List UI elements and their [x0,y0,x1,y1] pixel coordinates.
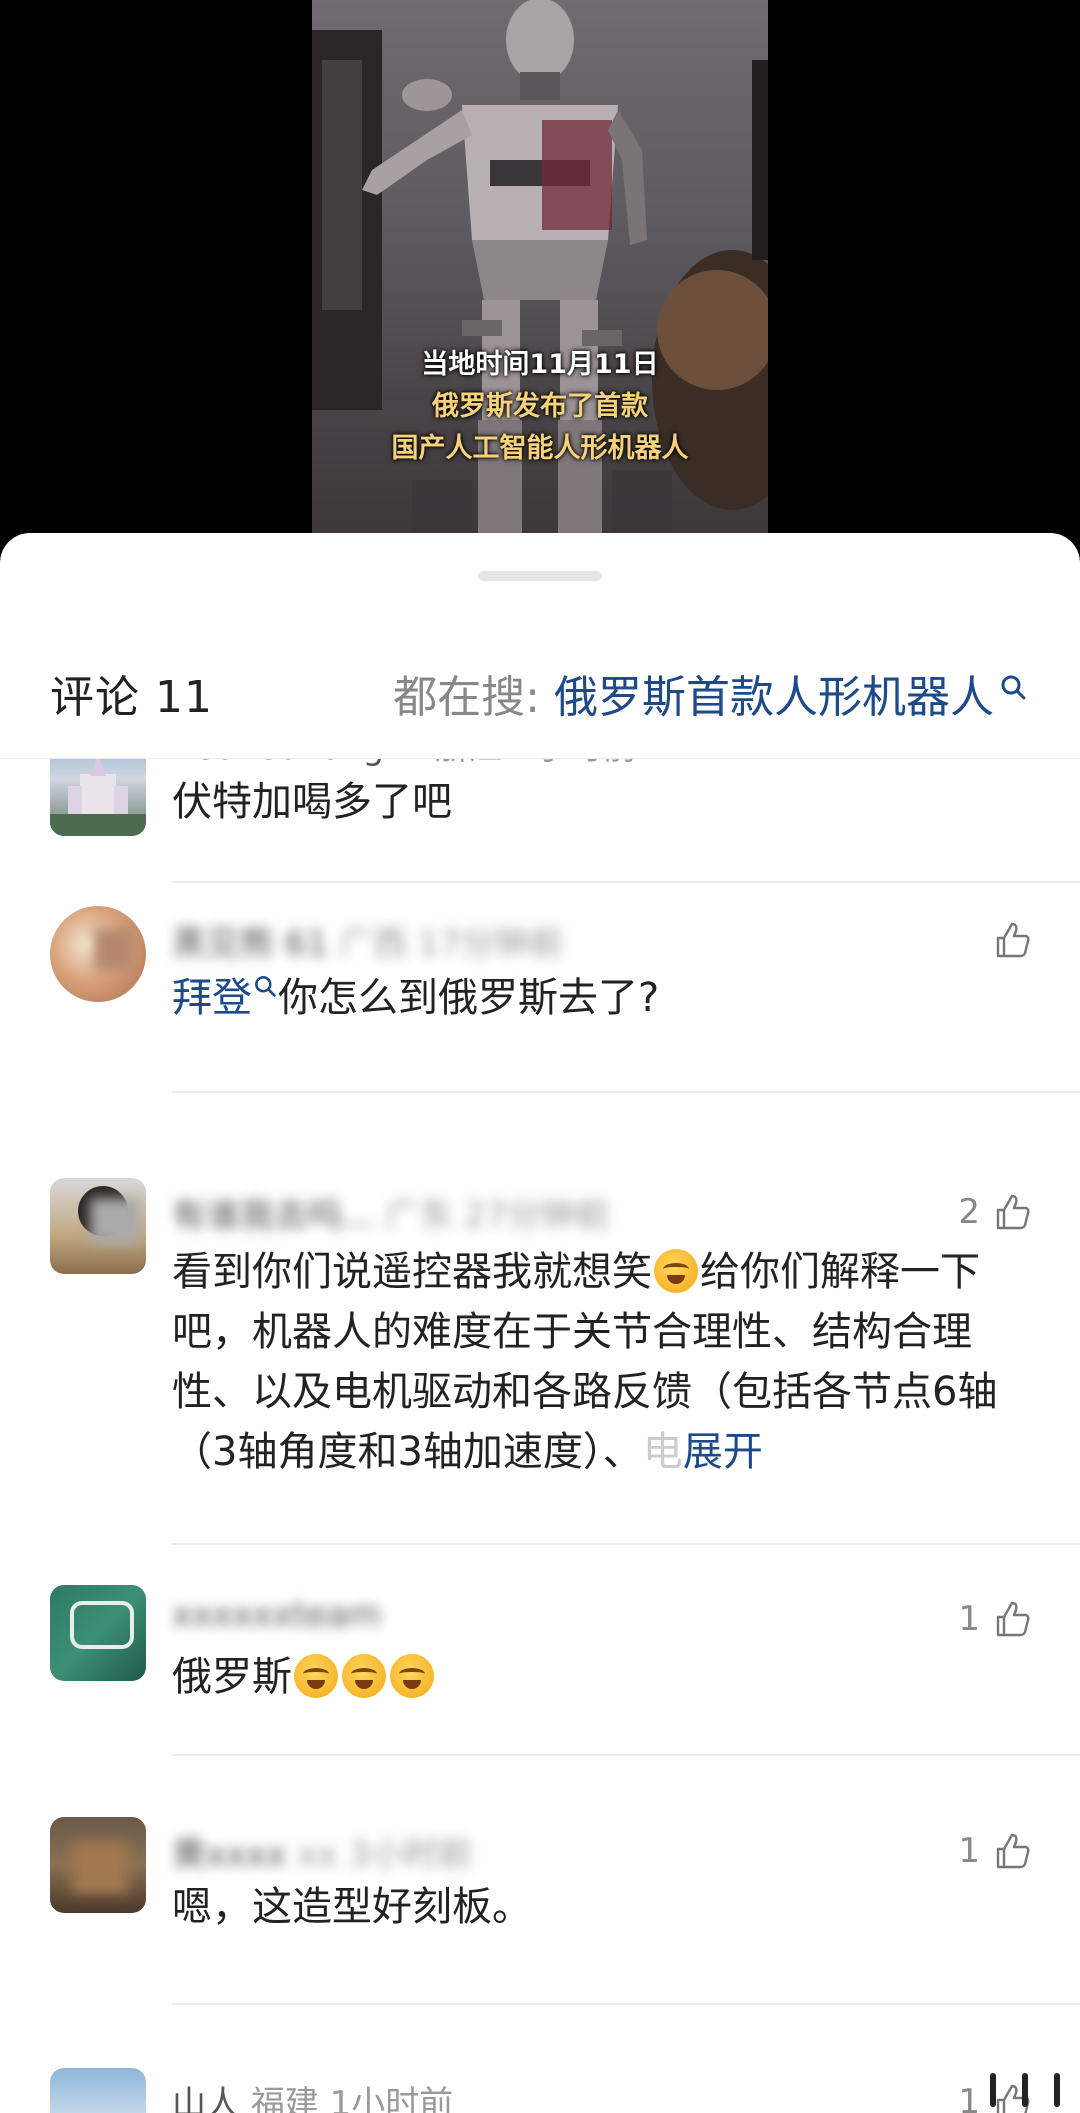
caption-line-3: 国产人工智能人形机器人 [391,433,689,464]
comment-meta: xxxxxxteam [172,1595,381,1635]
username[interactable]: 有谁我去吗... [172,1196,374,1236]
comment-text: 拜登 你怎么到俄罗斯去了? [172,968,1032,1028]
comment-text: 伏特加喝多了吧 [172,779,452,825]
expand-link[interactable]: 展开 [683,1429,763,1475]
location-time: 浙江 2小时前 [434,758,636,768]
comment-meta: 黑见熊 61 广西 17分钟前 [172,916,563,965]
laugh-cry-emoji-icon [342,1654,386,1698]
comment-meta: 有谁我去吗... 广东 27分钟前 [172,1188,609,1237]
username[interactable]: xxxxxxteam [172,1595,381,1635]
comment-body: 你怎么到俄罗斯去了? [278,975,660,1021]
system-nav-indicator [990,2073,1060,2107]
nav-bar-segment [1054,2073,1060,2107]
comment-body: 俄罗斯 [172,1654,292,1700]
thumbs-up-icon [996,1601,1030,1637]
comment-divider [172,881,1080,883]
search-icon[interactable] [998,672,1028,702]
video-frame[interactable]: 当地时间11月11日 俄罗斯发布了首款 国产人工智能人形机器人 [312,0,768,560]
like-count: 1 [958,1831,980,1871]
comment-divider [172,1091,1080,1093]
search-suggestion[interactable]: 都在搜: 俄罗斯首款人形机器人 [393,661,1028,725]
username[interactable]: deodeodong [172,758,384,768]
search-icon[interactable] [252,973,278,999]
laugh-cry-emoji-icon [654,1249,698,1293]
comment-text: 俄罗斯 [172,1647,1032,1707]
comment-meta: 黄xxxx xx 3小时前 [172,1827,472,1876]
laugh-cry-emoji-icon [390,1654,434,1698]
comment-list[interactable]: deodeodong ᗢ 浙江 2小时前 7 伏特加喝多了吧 黑见熊 61 广西… [0,758,1080,2113]
username[interactable]: 黑见熊 61 [172,924,328,964]
avatar[interactable] [50,1178,146,1274]
comment-divider [172,1754,1080,1756]
video-caption: 当地时间11月11日 俄罗斯发布了首款 国产人工智能人形机器人 [312,344,768,470]
like-count: 1 [958,2082,980,2113]
comment-text: 看到你们说遥控器我就想笑 给你们解释一下吧，机器人的难度在于关节合理性、结构合理性… [172,1242,1032,1482]
location-time: 广东 27分钟前 [385,1196,610,1236]
vip-badge-icon: ᗢ [395,758,423,768]
topic-link[interactable]: 拜登 [172,975,252,1021]
search-term-link[interactable]: 俄罗斯首款人形机器人 [554,672,994,723]
comment-meta: 山人 福建 1小时前 [172,2076,453,2113]
nav-bar-segment [1022,2073,1028,2107]
laugh-cry-emoji-icon [294,1654,338,1698]
like-button[interactable] [980,920,1032,960]
like-button[interactable]: 1 [958,1599,1032,1639]
avatar[interactable] [50,1817,146,1913]
comment-text: 嗯，这造型好刻板。 [172,1884,532,1930]
caption-line-1: 当地时间11月11日 [421,349,659,380]
video-player[interactable]: 当地时间11月11日 俄罗斯发布了首款 国产人工智能人形机器人 [0,0,1080,560]
like-button[interactable]: 1 [958,1831,1032,1871]
comment-divider [172,2003,1080,2005]
comment-count-title: 评论 11 [50,672,213,723]
thumbs-up-icon [996,922,1030,958]
comment-body-part-1: 看到你们说遥控器我就想笑 [172,1249,652,1295]
comment-meta: deodeodong ᗢ 浙江 2小时前 [172,758,636,769]
nav-bar-segment [990,2073,996,2107]
thumbs-up-icon [996,1194,1030,1230]
location-time: 福建 1小时前 [250,2084,454,2113]
avatar[interactable] [50,758,146,836]
comment-body-fade: 电 [642,1429,683,1475]
username[interactable]: 黄xxxx [172,1835,286,1875]
castle-avatar-image [50,758,146,836]
avatar[interactable] [50,1585,146,1681]
avatar[interactable] [50,2068,146,2113]
comment-divider [172,1543,1080,1545]
avatar[interactable] [50,906,146,1002]
like-button[interactable]: 2 [958,1192,1032,1232]
like-count: 1 [958,1599,980,1639]
search-prefix-label: 都在搜: [393,672,540,723]
location-time: xx 3小时前 [297,1835,472,1875]
username[interactable]: 山人 [172,2084,240,2113]
comment-sheet: 评论 11 都在搜: 俄罗斯首款人形机器人 deodeodong ᗢ 浙江 2小… [0,533,1080,2113]
like-count: 2 [958,1192,980,1232]
thumbs-up-icon [996,1833,1030,1869]
comment-header: 评论 11 都在搜: 俄罗斯首款人形机器人 [0,623,1080,759]
location-time: 广西 17分钟前 [338,924,563,964]
sheet-drag-handle[interactable] [478,571,602,581]
robot-video-still [312,0,768,560]
caption-line-2: 俄罗斯发布了首款 [432,391,648,422]
